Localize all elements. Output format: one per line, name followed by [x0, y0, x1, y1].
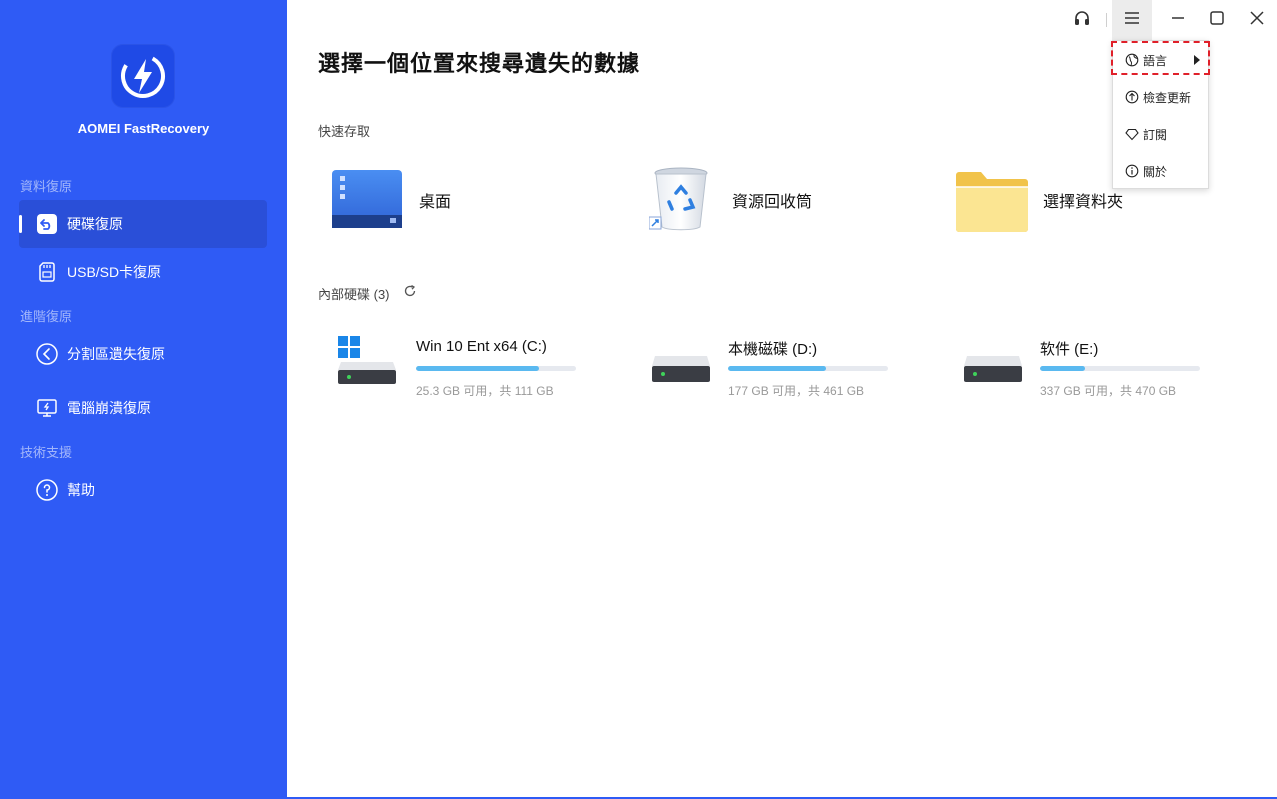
- internal-drives-label-text: 內部硬碟 (3): [318, 287, 390, 302]
- diamond-icon: [1125, 127, 1139, 141]
- sidebar-item-usb-sd-recovery[interactable]: USB/SD卡復原: [19, 248, 267, 296]
- sidebar-item-label: 硬碟復原: [67, 216, 123, 232]
- section-label-advanced-recovery: 進階復原: [20, 309, 73, 324]
- sd-card-icon: [35, 260, 59, 284]
- sidebar-item-help[interactable]: 幫助: [19, 466, 267, 514]
- drive-usage-fill: [416, 366, 540, 371]
- drive-e[interactable]: 软件 (E:) 337 GB 可用，共 470 GB: [962, 330, 1222, 400]
- drive-usage-fill: [728, 366, 826, 371]
- maximize-button[interactable]: [1197, 0, 1237, 40]
- desktop-icon: [330, 167, 404, 236]
- sidebar-item-label: 分割區遺失復原: [67, 346, 165, 362]
- quick-access-label: 快速存取: [318, 124, 371, 139]
- toolbar-divider: [1106, 13, 1107, 27]
- submenu-arrow-icon: [1194, 55, 1200, 65]
- menu-item-label: 檢查更新: [1143, 90, 1192, 105]
- info-icon: [1125, 164, 1139, 178]
- drive-usage-fill: [1040, 366, 1085, 371]
- update-icon: [1125, 90, 1139, 104]
- app-name: AOMEI FastRecovery: [77, 121, 210, 136]
- folder-icon: [955, 169, 1029, 240]
- monitor-crash-icon: [35, 396, 59, 420]
- refresh-icon[interactable]: [403, 284, 417, 298]
- support-button[interactable]: [1062, 0, 1102, 40]
- menu-item-label: 語言: [1143, 53, 1168, 68]
- menu-item-subscribe[interactable]: 訂閱: [1113, 116, 1208, 152]
- quick-item-label: 桌面: [419, 194, 452, 211]
- sidebar-item-crash-recovery[interactable]: 電腦崩潰復原: [19, 384, 267, 432]
- drive-name: 软件 (E:): [1040, 341, 1099, 358]
- sidebar: AOMEI FastRecovery 資料復原 硬碟復原 USB/SD卡復原 進…: [0, 0, 287, 799]
- page-title: 選擇一個位置來搜尋遺失的數據: [318, 51, 641, 76]
- drive-size: 337 GB 可用，共 470 GB: [1040, 384, 1177, 398]
- main-menu-dropdown: 語言 檢查更新 訂閱 關於: [1112, 40, 1209, 189]
- menu-item-language[interactable]: 語言: [1113, 42, 1208, 78]
- drive-size: 25.3 GB 可用，共 111 GB: [416, 384, 554, 398]
- windows-drive-icon: [338, 336, 398, 391]
- partition-icon: [35, 342, 59, 366]
- minimize-icon: [1171, 11, 1185, 30]
- sidebar-item-partition-recovery[interactable]: 分割區遺失復原: [19, 330, 267, 378]
- internal-drives-label: 內部硬碟 (3): [318, 284, 390, 303]
- quick-item-recycle-bin[interactable]: 資源回收筒: [645, 165, 905, 235]
- quick-item-label: 資源回收筒: [732, 194, 813, 211]
- globe-icon: [1125, 53, 1139, 67]
- section-label-data-recovery: 資料復原: [20, 179, 73, 194]
- menu-item-label: 關於: [1143, 164, 1168, 179]
- drive-usage-bar: [728, 366, 888, 371]
- sidebar-item-label: 幫助: [67, 482, 95, 498]
- lightning-icon: [121, 54, 165, 98]
- menu-button[interactable]: [1112, 0, 1152, 40]
- menu-item-check-update[interactable]: 檢查更新: [1113, 79, 1208, 115]
- drive-name: Win 10 Ent x64 (C:): [416, 338, 547, 355]
- maximize-icon: [1210, 10, 1224, 30]
- drive-name: 本機磁碟 (D:): [728, 341, 818, 358]
- recycle-bin-icon: [648, 165, 713, 238]
- hard-drive-icon: [964, 336, 1024, 391]
- sidebar-item-disk-recovery[interactable]: 硬碟復原: [19, 200, 267, 248]
- close-button[interactable]: [1237, 0, 1277, 40]
- close-icon: [1250, 10, 1264, 30]
- drive-usage-bar: [1040, 366, 1200, 371]
- menu-item-label: 訂閱: [1143, 127, 1168, 142]
- quick-item-label: 選擇資料夾: [1043, 194, 1124, 211]
- headset-icon: [1073, 9, 1091, 32]
- drive-usage-bar: [416, 366, 576, 371]
- active-indicator: [19, 215, 22, 233]
- help-icon: [35, 478, 59, 502]
- sidebar-item-label: 電腦崩潰復原: [67, 400, 151, 416]
- hamburger-icon: [1124, 11, 1140, 30]
- hard-drive-icon: [652, 336, 712, 391]
- app-logo: [111, 44, 175, 108]
- quick-item-desktop[interactable]: 桌面: [330, 165, 590, 235]
- minimize-button[interactable]: [1158, 0, 1198, 40]
- drive-size: 177 GB 可用，共 461 GB: [728, 384, 865, 398]
- section-label-support: 技術支援: [20, 445, 73, 460]
- menu-item-about[interactable]: 關於: [1113, 153, 1208, 189]
- drive-d[interactable]: 本機磁碟 (D:) 177 GB 可用，共 461 GB: [650, 330, 910, 400]
- sidebar-item-label: USB/SD卡復原: [67, 264, 162, 280]
- restore-icon: [35, 212, 59, 236]
- drive-c[interactable]: Win 10 Ent x64 (C:) 25.3 GB 可用，共 111 GB: [338, 330, 598, 400]
